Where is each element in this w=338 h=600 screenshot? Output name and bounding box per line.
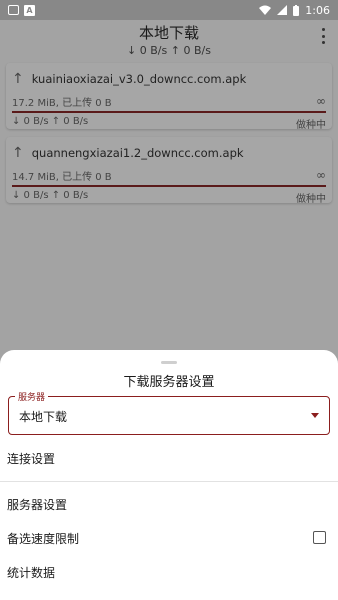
status-bar: A 1:06 bbox=[0, 0, 338, 20]
drag-handle[interactable] bbox=[161, 361, 177, 364]
download-item[interactable]: ↑ quannengxiazai1.2_downcc.com.apk 14.7 … bbox=[6, 137, 332, 205]
progress-bar bbox=[12, 185, 326, 187]
alt-speed-limit-item[interactable]: 备选速度限制 bbox=[0, 528, 338, 548]
sheet-title: 下载服务器设置 bbox=[123, 375, 215, 390]
upload-arrow-icon: ↑ bbox=[12, 71, 24, 87]
a-notification-icon: A bbox=[24, 4, 35, 16]
share-ratio: ∞ bbox=[316, 94, 326, 108]
server-selected-value: 本地下载 bbox=[19, 410, 68, 424]
alt-speed-limit-label: 备选速度限制 bbox=[7, 531, 80, 546]
speed-summary: ↓ 0 B/s ↑ 0 B/s bbox=[127, 44, 211, 57]
share-ratio: ∞ bbox=[316, 168, 326, 182]
transfer-speeds: ↓ 0 B/s ↑ 0 B/s bbox=[12, 116, 89, 127]
wifi-icon bbox=[259, 5, 272, 15]
divider bbox=[0, 481, 338, 482]
file-name: quannengxiazai1.2_downcc.com.apk bbox=[31, 146, 244, 160]
page-title: 本地下载 bbox=[138, 24, 199, 42]
notification-icon bbox=[8, 5, 19, 15]
server-field-label: 服务器 bbox=[15, 390, 49, 403]
alt-speed-limit-checkbox[interactable] bbox=[313, 531, 326, 544]
more-options-icon[interactable] bbox=[320, 28, 326, 44]
bottom-sheet: 下载服务器设置 服务器 本地下载 连接设置 服务器设置 备选速度限制 统计数据 bbox=[0, 350, 338, 600]
dropdown-arrow-icon bbox=[311, 413, 319, 418]
server-dropdown[interactable]: 服务器 本地下载 bbox=[8, 390, 330, 435]
file-name: kuainiaoxiazai_v3.0_downcc.com.apk bbox=[31, 72, 247, 86]
transfer-speeds: ↓ 0 B/s ↑ 0 B/s bbox=[12, 190, 89, 201]
statistics-item[interactable]: 统计数据 bbox=[0, 562, 338, 582]
status-label: 做种中 bbox=[296, 120, 326, 131]
battery-icon bbox=[293, 4, 300, 16]
clock: 1:06 bbox=[305, 3, 330, 17]
status-label: 做种中 bbox=[296, 194, 326, 205]
signal-icon bbox=[277, 5, 288, 15]
size-info: 14.7 MiB, 已上传 0 B bbox=[12, 172, 112, 183]
upload-arrow-icon: ↑ bbox=[12, 145, 24, 161]
progress-bar bbox=[12, 111, 326, 113]
statistics-label: 统计数据 bbox=[7, 565, 56, 580]
size-info: 17.2 MiB, 已上传 0 B bbox=[12, 98, 112, 109]
connection-settings-item[interactable]: 连接设置 bbox=[0, 448, 338, 468]
server-settings-item[interactable]: 服务器设置 bbox=[0, 494, 338, 514]
connection-settings-label: 连接设置 bbox=[7, 451, 56, 466]
server-settings-label: 服务器设置 bbox=[7, 497, 68, 512]
app-bar: 本地下载 ↓ 0 B/s ↑ 0 B/s bbox=[0, 20, 338, 58]
download-item[interactable]: ↑ kuainiaoxiazai_v3.0_downcc.com.apk 17.… bbox=[6, 63, 332, 131]
